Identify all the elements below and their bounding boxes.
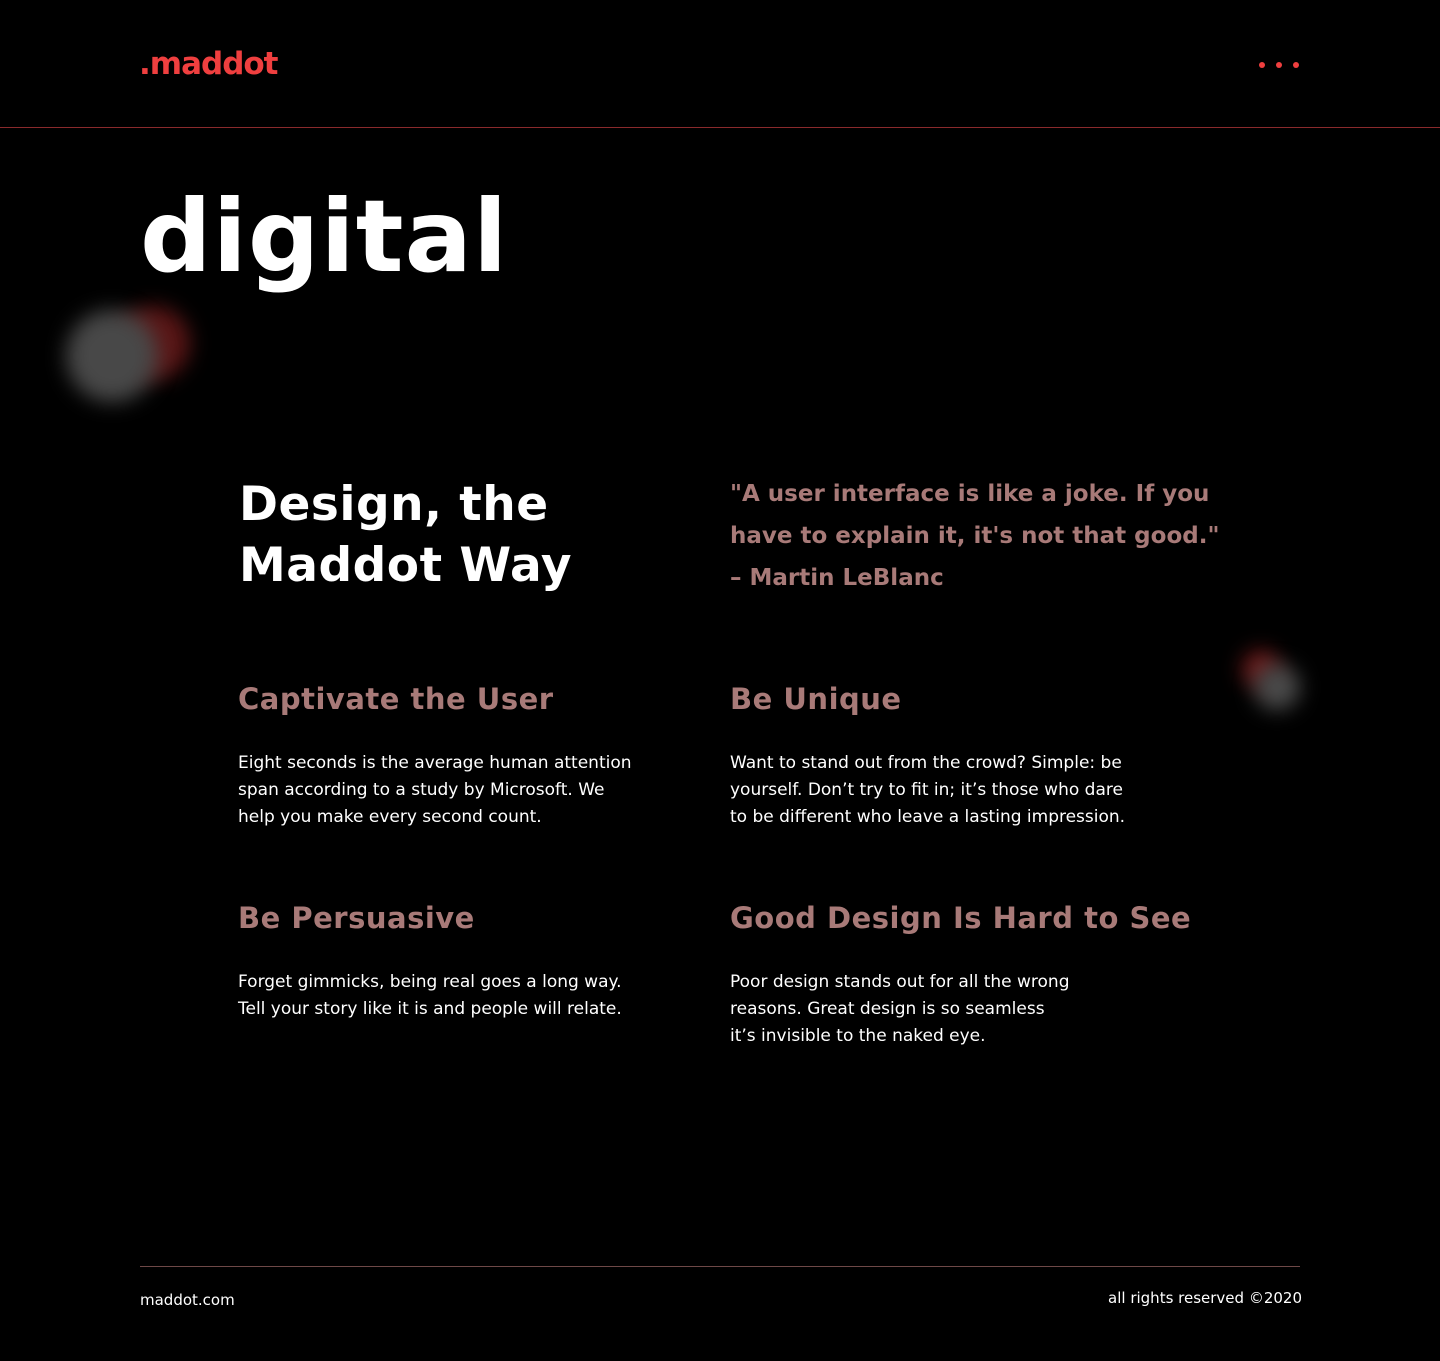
section-title: Design, the Maddot Way (239, 477, 572, 593)
more-dots-icon[interactable] (1252, 54, 1306, 76)
quote-text: "A user interface is like a joke. If you… (730, 481, 1220, 549)
feature-body: Want to stand out from the crowd? Simple… (730, 753, 1126, 827)
decorative-blur-dot (1254, 664, 1300, 710)
feature-title: Be Unique (730, 682, 902, 716)
feature-persuasive: Be Persuasive Forget gimmicks, being rea… (238, 899, 708, 1023)
feature-good-design: Good Design Is Hard to See Poor design s… (730, 899, 1200, 1050)
quote-author: – Martin LeBlanc (730, 565, 944, 591)
site-header: .maddot (0, 0, 1440, 128)
menu-dot (1293, 62, 1299, 68)
footer-site-link[interactable]: maddot.com (140, 1289, 235, 1311)
feature-title: Captivate the User (238, 682, 554, 716)
maddot-logo[interactable]: .maddot (139, 44, 278, 84)
feature-captivate: Captivate the User Eight seconds is the … (238, 680, 708, 831)
feature-unique: Be Unique Want to stand out from the cro… (730, 680, 1200, 831)
quote: "A user interface is like a joke. If you… (730, 473, 1270, 599)
feature-body: Poor design stands out for all the wrong… (730, 972, 1070, 1046)
feature-body: Forget gimmicks, being real goes a long … (238, 972, 622, 1019)
feature-title: Be Persuasive (238, 901, 475, 935)
page: .maddot digital Design, the Maddot Way "… (0, 0, 1440, 1361)
decorative-blur-dot (66, 310, 158, 402)
footer-divider (140, 1266, 1300, 1267)
feature-body: Eight seconds is the average human atten… (238, 753, 632, 827)
menu-dot (1259, 62, 1265, 68)
menu-dot (1276, 62, 1282, 68)
hero-title: digital (140, 178, 509, 295)
footer-copyright: all rights reserved ©2020 (1108, 1289, 1302, 1307)
feature-title: Good Design Is Hard to See (730, 901, 1192, 935)
